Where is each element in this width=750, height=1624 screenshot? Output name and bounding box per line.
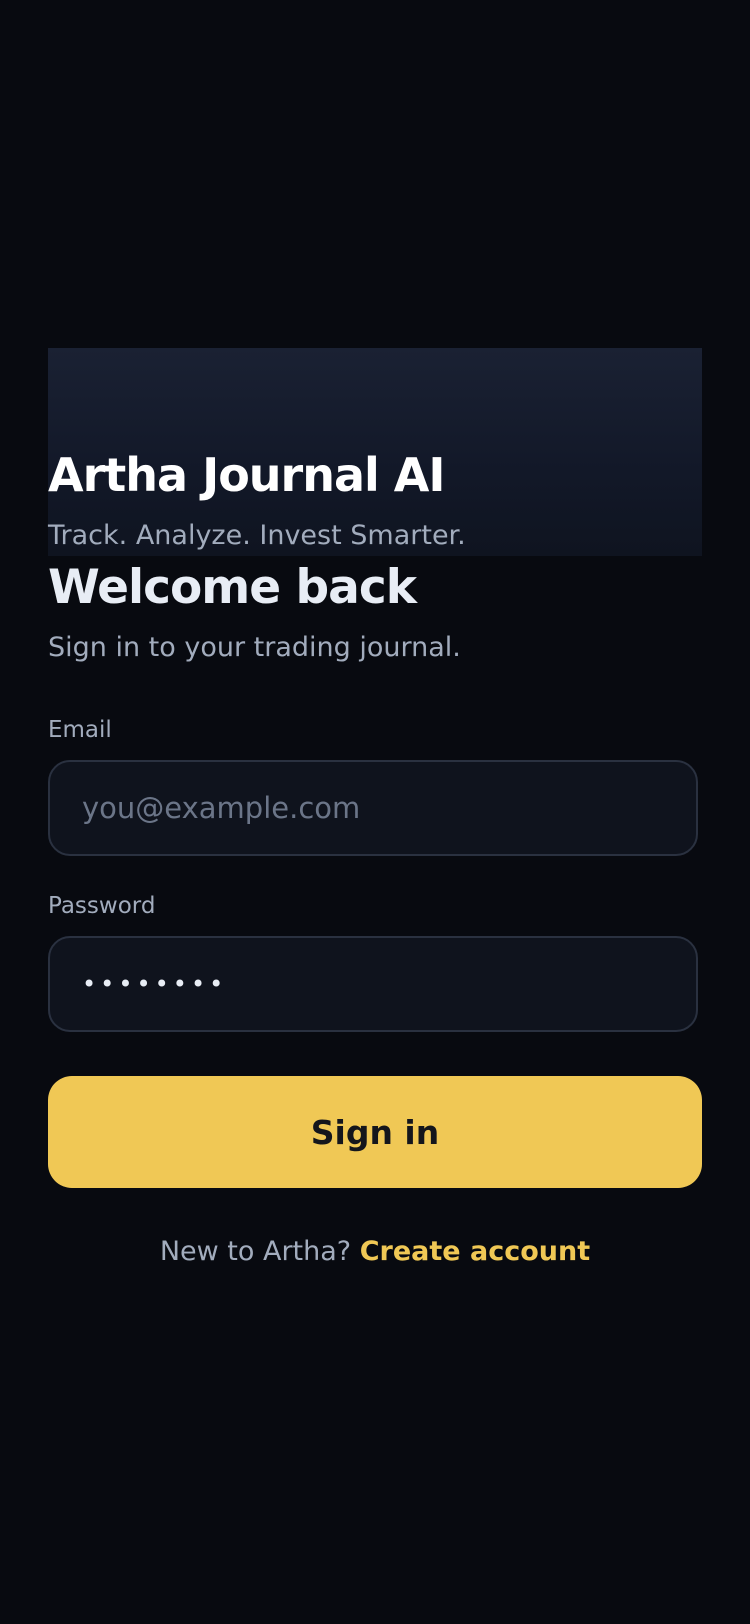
email-input[interactable]: [82, 791, 664, 825]
signup-row: New to Artha? Create account: [0, 1236, 750, 1267]
app-tagline: Track. Analyze. Invest Smarter.: [48, 520, 466, 551]
signup-prompt: New to Artha?: [159, 1236, 352, 1267]
email-label: Email: [48, 717, 112, 743]
password-input[interactable]: [82, 970, 664, 998]
create-account-link[interactable]: Create account: [360, 1236, 590, 1267]
password-label: Password: [48, 893, 156, 919]
email-field-container[interactable]: [48, 760, 698, 856]
app-title: Artha Journal AI: [48, 448, 446, 502]
password-field-container[interactable]: [48, 936, 698, 1032]
login-screen: Artha Journal AI Track. Analyze. Invest …: [0, 0, 750, 1624]
welcome-heading: Welcome back: [48, 560, 417, 615]
sign-in-button[interactable]: Sign in: [48, 1076, 702, 1188]
welcome-subheading: Sign in to your trading journal.: [48, 632, 461, 663]
